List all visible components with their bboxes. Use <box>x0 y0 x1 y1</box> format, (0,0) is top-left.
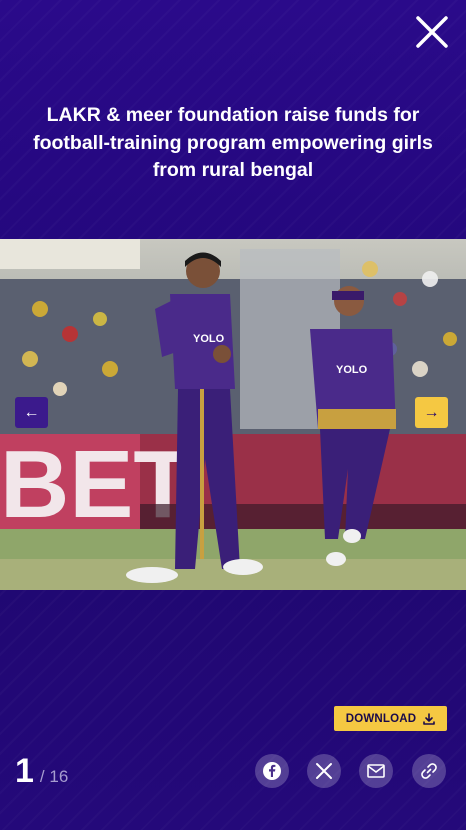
email-icon <box>367 764 385 778</box>
previous-image-button[interactable]: ← <box>15 397 48 428</box>
download-icon <box>423 712 436 725</box>
gallery-image: BET YOLO YOLO <box>0 239 466 590</box>
close-button[interactable] <box>414 14 450 50</box>
image-counter: 1 / 16 <box>15 752 68 791</box>
arrow-left-icon: ← <box>23 403 40 421</box>
link-icon <box>421 763 437 779</box>
current-image-number: 1 <box>15 752 34 790</box>
facebook-icon <box>263 762 281 780</box>
close-icon <box>416 16 448 48</box>
next-image-button[interactable]: → <box>415 397 448 428</box>
svg-text:YOLO: YOLO <box>193 333 225 345</box>
download-label: DOWNLOAD <box>345 712 417 725</box>
download-button[interactable]: DOWNLOAD <box>334 706 447 731</box>
copy-link-button[interactable] <box>412 754 446 788</box>
share-facebook-button[interactable] <box>255 754 289 788</box>
gallery-title: LAKR & meer foundation raise funds for f… <box>33 104 433 181</box>
share-email-button[interactable] <box>359 754 393 788</box>
x-icon <box>316 763 332 779</box>
arrow-right-icon: → <box>423 403 440 421</box>
total-image-count: / 16 <box>39 767 69 786</box>
svg-text:YOLO: YOLO <box>336 364 368 376</box>
share-x-button[interactable] <box>307 754 341 788</box>
